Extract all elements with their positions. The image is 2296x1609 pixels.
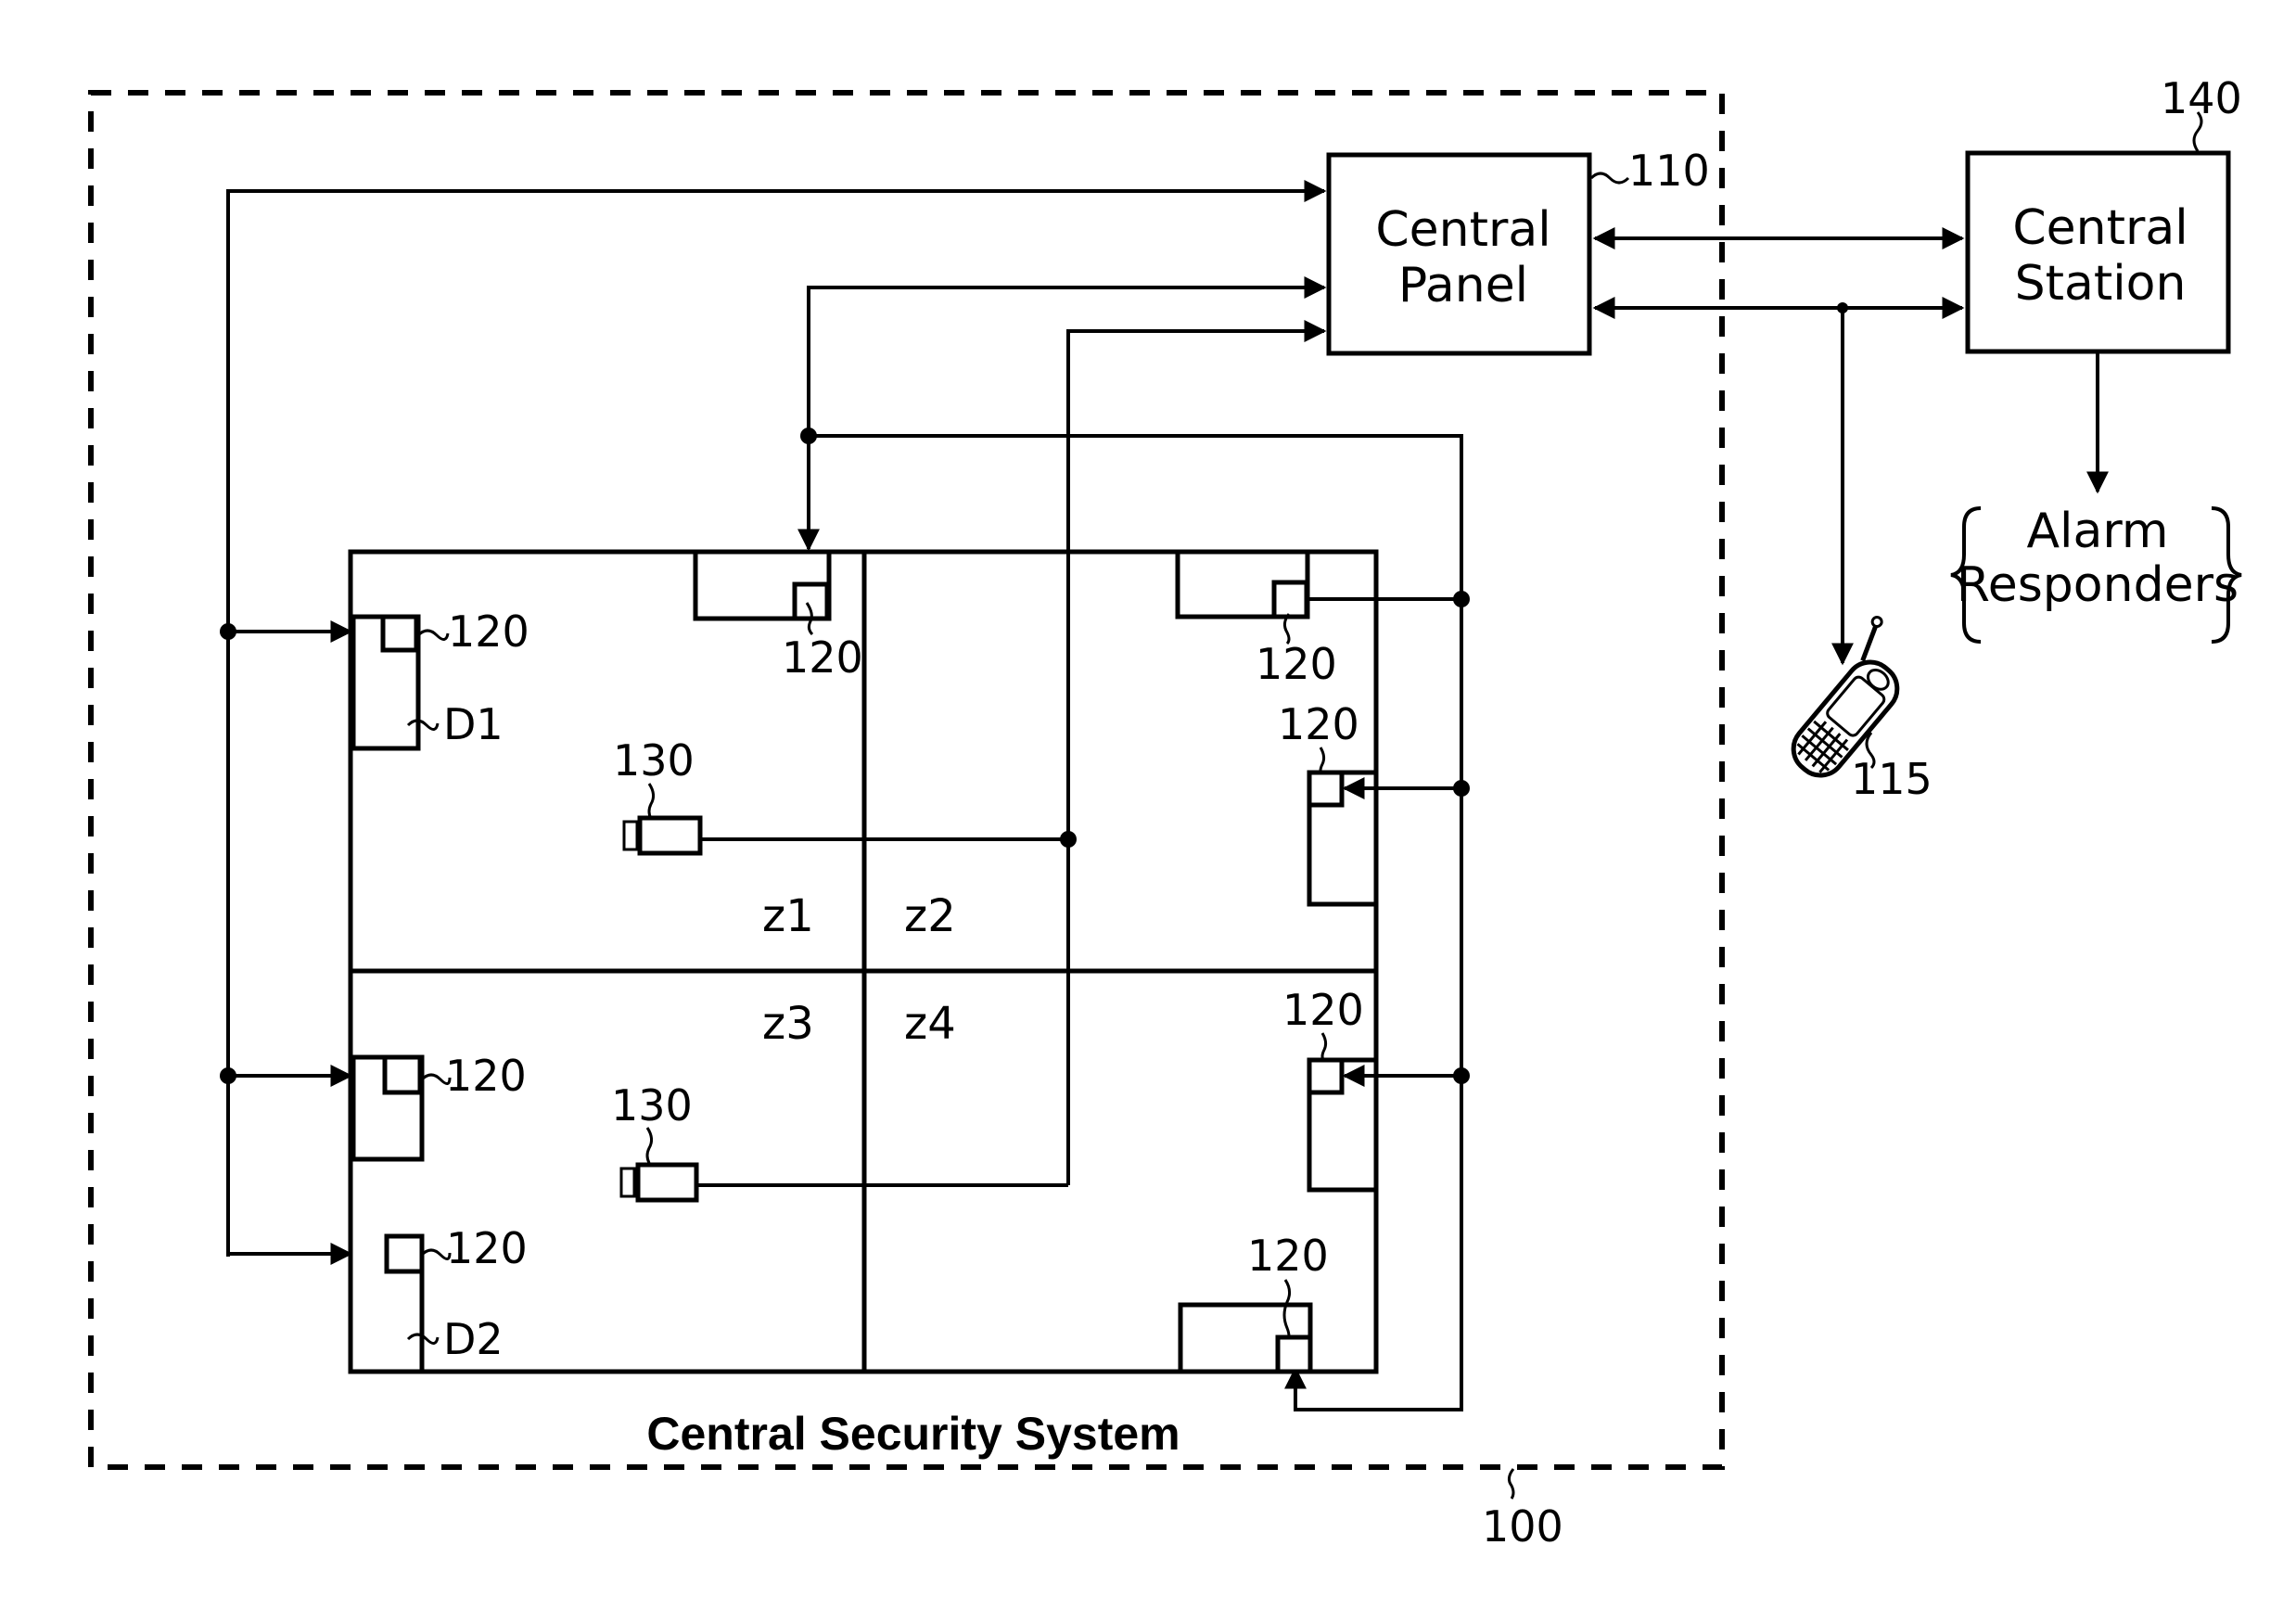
alarm-responders-line2: Responders	[1957, 557, 2239, 613]
sensor-120[interactable]	[1271, 580, 1309, 619]
system-label: Central Security System	[646, 1408, 1180, 1460]
zone-label-z3: z3	[762, 998, 814, 1050]
sensor-120[interactable]	[382, 1054, 423, 1095]
central-panel[interactable]: Central Panel	[1326, 152, 1592, 356]
camera-icon[interactable]	[619, 1162, 699, 1203]
sensor-ref: 120	[1256, 639, 1337, 689]
security-system-diagram: Central Panel 110 Central Station 140 Al…	[88, 73, 2242, 1552]
sensor-120[interactable]	[384, 1233, 425, 1274]
ref-leader	[645, 1127, 654, 1164]
central-panel-ref: 110	[1628, 146, 1710, 196]
camera-bus-wire	[1066, 320, 1327, 1185]
sensor-ref: 120	[1282, 985, 1364, 1035]
sensor-ref: 120	[448, 607, 529, 657]
ref-leader	[647, 783, 656, 820]
mobile-device-ref: 115	[1851, 754, 1932, 804]
junction-dot	[1060, 831, 1077, 848]
zone-label-z1: z1	[762, 890, 814, 942]
central-station-label-line2: Station	[2015, 256, 2187, 312]
camera-icon[interactable]	[622, 815, 703, 856]
central-station[interactable]: Central Station	[1965, 150, 2231, 354]
zone-label-z4: z4	[904, 998, 956, 1050]
ref-leader	[1320, 1032, 1328, 1063]
central-station-ref: 140	[2161, 73, 2242, 123]
camera-ref: 130	[613, 735, 695, 785]
left-bus-wire	[226, 180, 1327, 1257]
central-panel-label-line1: Central	[1375, 202, 1550, 258]
sensor-ref: 120	[1278, 699, 1359, 749]
system-ref: 100	[1482, 1501, 1563, 1552]
ref-leader	[1589, 172, 1630, 185]
junction-dot	[1453, 1067, 1470, 1084]
junction-dot	[1453, 780, 1470, 797]
sensor-ref: 120	[782, 632, 863, 683]
alarm-responders: Alarm Responders	[1950, 504, 2242, 644]
door-d2-label: D2	[443, 1314, 504, 1364]
junction-dot	[800, 428, 817, 444]
ref-leader	[416, 629, 450, 641]
sensor-120[interactable]	[1307, 1057, 1345, 1095]
ref-leader	[1282, 1279, 1292, 1344]
sensor-120[interactable]	[1275, 1334, 1313, 1374]
ref-leader	[1507, 1468, 1515, 1500]
sensor-120[interactable]	[1307, 770, 1345, 808]
central-panel-label-line2: Panel	[1398, 258, 1528, 313]
door-d1-label: D1	[443, 699, 504, 749]
zone-label-z2: z2	[904, 890, 956, 942]
camera-ref: 130	[611, 1080, 693, 1130]
junction-dot	[1453, 591, 1470, 607]
sensor-ref: 120	[446, 1223, 528, 1273]
alarm-responders-line1: Alarm	[2026, 504, 2168, 559]
central-station-label-line1: Central	[2012, 200, 2188, 256]
ref-leader	[406, 719, 440, 731]
sensor-ref: 120	[1247, 1231, 1329, 1281]
sensor-120[interactable]	[380, 614, 419, 653]
junction-dot	[220, 623, 236, 640]
sensor-wire	[226, 1076, 353, 1265]
sensor-ref: 120	[445, 1051, 527, 1101]
